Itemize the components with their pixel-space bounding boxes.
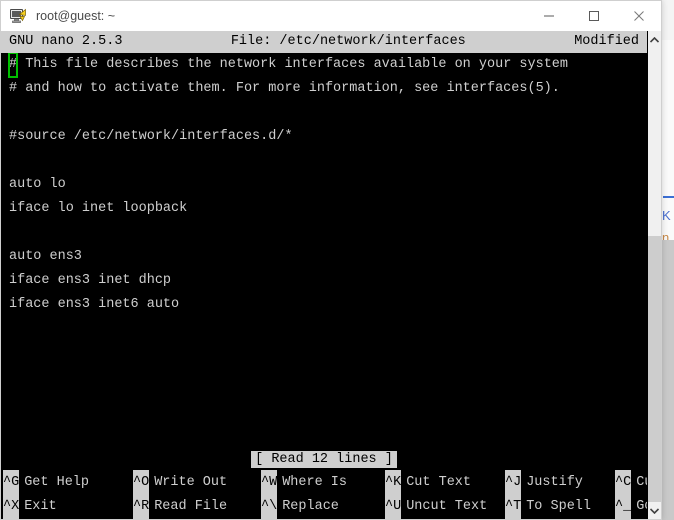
terminal-area: GNU nano 2.5.3 File: /etc/network/interf… [1, 31, 661, 519]
shortcut-key: ^R [133, 494, 150, 519]
shortcut-key: ^C [615, 470, 632, 496]
shortcut-key: ^U [385, 494, 402, 519]
shortcut-key: ^T [505, 494, 522, 519]
nano-status-bar: GNU nano 2.5.3 File: /etc/network/interf… [1, 31, 647, 53]
text-cursor: # [7, 53, 19, 78]
shortcut-label: To Spell [526, 499, 592, 514]
nano-shortcut-cur-pos[interactable]: ^C Cur Pos [615, 470, 647, 496]
shortcut-key: ^W [261, 470, 278, 496]
scrollbar-thumb[interactable] [648, 236, 661, 502]
nano-text-body[interactable]: # This file describes the network interf… [1, 53, 647, 449]
nano-editor-screen[interactable]: GNU nano 2.5.3 File: /etc/network/interf… [1, 31, 647, 519]
background-right-rule [663, 196, 674, 198]
nano-text-line: # and how to activate them. For more inf… [9, 81, 560, 96]
shortcut-label: Go To Line [636, 499, 647, 514]
chevron-down-icon[interactable] [648, 502, 661, 519]
shortcut-label: Read File [154, 499, 228, 514]
chevron-up-icon[interactable] [648, 31, 661, 48]
desktop-background: a # # K n root@guest: ~ [0, 0, 674, 520]
putty-terminal-icon [9, 7, 27, 25]
nano-shortcut-get-help[interactable]: ^G Get Help [3, 470, 133, 496]
shortcut-label: Where Is [282, 475, 348, 490]
nano-shortcut-go-to-line[interactable]: ^_ Go To Line [615, 494, 647, 519]
minimize-icon[interactable] [526, 1, 571, 31]
nano-status-message-text: [ Read 12 lines ] [251, 451, 397, 468]
nano-version-label: GNU nano 2.5.3 [9, 34, 123, 49]
nano-file-label: File: /etc/network/interfaces [230, 34, 466, 49]
nano-shortcut-where-is[interactable]: ^W Where Is [261, 470, 385, 496]
nano-text-line: iface ens3 inet dhcp [9, 273, 172, 288]
nano-shortcut-cut-text[interactable]: ^K Cut Text [385, 470, 505, 496]
nano-text-line: auto ens3 [9, 249, 82, 264]
nano-shortcut-exit[interactable]: ^X Exit [3, 494, 133, 519]
shortcut-key: ^J [505, 470, 522, 496]
nano-shortcut-row-2: ^X Exit ^R Read File ^\ Replace ^U Uncut Text ^T… [1, 494, 647, 519]
shortcut-label: Cut Text [406, 475, 472, 490]
nano-text-line: #source /etc/network/interfaces.d/* [9, 129, 293, 144]
shortcut-label: Exit [24, 499, 57, 514]
nano-shortcut-replace[interactable]: ^\ Replace [261, 494, 385, 519]
shortcut-label: Uncut Text [406, 499, 488, 514]
shortcut-label: Write Out [154, 475, 228, 490]
nano-text-line: # This file describes the network interf… [1, 53, 647, 78]
shortcut-key: ^_ [615, 494, 632, 519]
maximize-icon[interactable] [571, 1, 616, 31]
shortcut-key: ^G [3, 470, 20, 496]
close-icon[interactable] [616, 1, 661, 31]
shortcut-key: ^X [3, 494, 20, 519]
nano-text-line [1, 221, 647, 245]
shortcut-label: Replace [282, 499, 339, 514]
shortcut-key: ^\ [261, 494, 278, 519]
nano-shortcut-to-spell[interactable]: ^T To Spell [505, 494, 615, 519]
window-title-text: root@guest: ~ [36, 9, 116, 23]
shortcut-key: ^O [133, 470, 150, 496]
nano-status-message: [ Read 12 lines ] [1, 449, 647, 471]
nano-modified-indicator: Modified [574, 34, 639, 49]
shortcut-label: Get Help [24, 475, 90, 490]
shortcut-label: Justify [526, 475, 583, 490]
shortcut-key: ^K [385, 470, 402, 496]
nano-text-line: iface lo inet loopback [9, 201, 188, 216]
nano-text-line [1, 149, 647, 173]
nano-shortcut-row-1: ^G Get Help ^O Write Out ^W Where Is ^K Cut Tex… [1, 470, 647, 496]
nano-text-line: auto lo [9, 177, 66, 192]
window-title-bar[interactable]: root@guest: ~ [1, 1, 661, 32]
background-letter-k: K [662, 208, 671, 223]
nano-shortcut-justify[interactable]: ^J Justify [505, 470, 615, 496]
nano-help-bar: ^G Get Help ^O Write Out ^W Where Is ^K Cut Tex… [1, 470, 647, 519]
nano-shortcut-read-file[interactable]: ^R Read File [133, 494, 261, 519]
terminal-scrollbar[interactable] [647, 31, 661, 519]
nano-shortcut-uncut-text[interactable]: ^U Uncut Text [385, 494, 505, 519]
nano-shortcut-write-out[interactable]: ^O Write Out [133, 470, 261, 496]
nano-text-line: iface ens3 inet6 auto [9, 297, 180, 312]
putty-terminal-window: root@guest: ~ GNU nano 2.5.3 File: /etc/… [0, 0, 662, 520]
nano-text-line [1, 101, 647, 125]
shortcut-label: Cur Pos [636, 475, 647, 490]
